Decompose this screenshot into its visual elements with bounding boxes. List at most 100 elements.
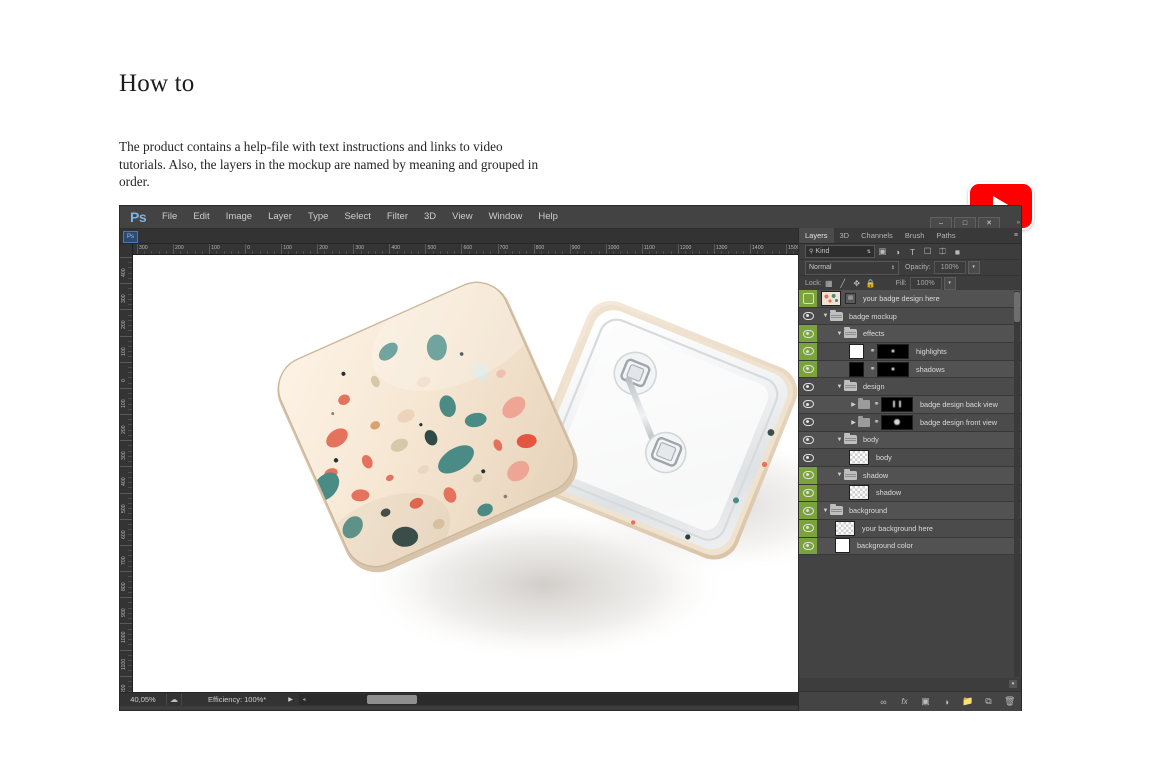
layer-thumbnail[interactable] <box>821 290 841 306</box>
layer-row[interactable]: ▼ shadow <box>799 466 1021 485</box>
layer-row[interactable]: ⚭ highlights <box>799 343 1021 361</box>
layer-name[interactable]: shadow <box>876 488 901 497</box>
new-layer-icon[interactable]: ⧉ <box>983 696 994 707</box>
layer-row[interactable]: ⚭ shadows <box>799 360 1021 379</box>
menu-file[interactable]: File <box>154 206 185 228</box>
chevron-updown-icon[interactable]: ⇅ <box>867 249 871 255</box>
lock-image-pixels-icon[interactable]: ╱ <box>836 279 850 288</box>
menu-edit[interactable]: Edit <box>185 206 217 228</box>
layer-visibility-eye-icon[interactable] <box>799 325 817 343</box>
lock-all-icon[interactable]: 🔒 <box>864 279 878 288</box>
layer-row[interactable]: shadow <box>799 484 1021 503</box>
layer-name[interactable]: your background here <box>862 524 933 533</box>
footer-collapse-icon[interactable]: ▾ <box>1009 680 1017 688</box>
layer-visibility-eye-icon[interactable] <box>799 360 817 378</box>
opacity-value[interactable]: 100% <box>933 261 966 274</box>
chevron-right-icon[interactable]: ▶ <box>849 401 858 408</box>
layer-visibility-eye-icon[interactable] <box>799 343 817 360</box>
layer-visibility-eye-icon[interactable] <box>799 432 817 449</box>
layer-visibility-eye-icon[interactable] <box>799 466 817 484</box>
document-info-icon[interactable]: ☁ <box>167 695 181 704</box>
chevron-down-icon[interactable]: ▼ <box>835 384 844 390</box>
layer-name[interactable]: highlights <box>916 347 947 356</box>
layer-row[interactable]: ▶ ⚭ badge design back view <box>799 396 1021 414</box>
add-layer-mask-icon[interactable]: ▣ <box>920 696 931 707</box>
layer-mask-thumbnail[interactable] <box>877 343 909 359</box>
layer-thumbnail[interactable] <box>849 343 864 359</box>
layer-row[interactable]: background color <box>799 537 1021 556</box>
layer-row[interactable]: ▶ ⚭ badge design front view <box>799 413 1021 432</box>
tab-layers[interactable]: Layers <box>799 228 834 243</box>
fill-stepper[interactable]: ▾ <box>943 277 956 290</box>
layer-visibility-eye-icon[interactable] <box>799 308 817 325</box>
chevron-down-icon[interactable]: ▼ <box>835 437 844 443</box>
layer-visibility-eye-icon[interactable] <box>799 414 817 431</box>
blend-mode-select[interactable]: Normal ⇕ <box>805 260 899 275</box>
layer-name[interactable]: shadows <box>916 365 945 374</box>
lock-transparent-pixels-icon[interactable]: ▦ <box>822 279 836 288</box>
layer-visibility-eye-icon[interactable] <box>799 378 817 395</box>
link-layers-icon[interactable]: ∞ <box>878 697 889 707</box>
menu-type[interactable]: Type <box>300 206 337 228</box>
menu-layer[interactable]: Layer <box>260 206 300 228</box>
opacity-stepper[interactable]: ▾ <box>967 261 980 274</box>
menu-select[interactable]: Select <box>336 206 378 228</box>
layer-mask-thumbnail[interactable] <box>881 414 913 430</box>
layer-thumbnail[interactable] <box>849 450 869 466</box>
new-group-icon[interactable]: 📁 <box>962 696 973 707</box>
layer-name[interactable]: badge design back view <box>920 400 998 409</box>
layer-thumbnail[interactable] <box>835 520 855 536</box>
layer-visibility-eye-icon[interactable] <box>799 449 817 466</box>
tab-3d[interactable]: 3D <box>834 228 856 243</box>
layer-row[interactable]: ▤ your badge design here <box>799 290 1021 308</box>
layer-filter-kind-select[interactable]: ⚲ Kind ⇅ <box>805 245 875 258</box>
chevron-updown-icon-2[interactable]: ⇕ <box>891 265 895 271</box>
layer-thumbnail[interactable] <box>849 361 864 377</box>
layer-mask-thumbnail[interactable] <box>877 361 909 377</box>
mask-link-icon[interactable]: ⚭ <box>872 418 881 426</box>
layer-row[interactable]: body <box>799 449 1021 467</box>
layer-mask-thumbnail[interactable] <box>881 396 913 412</box>
layer-name[interactable]: body <box>876 453 892 462</box>
smart-object-filter-icon[interactable]: ⎅ <box>935 246 950 257</box>
layer-select-square-icon[interactable] <box>799 290 817 307</box>
layer-name[interactable]: badge design front view <box>920 418 997 427</box>
layer-thumbnail[interactable] <box>849 485 869 501</box>
layer-name[interactable]: design <box>863 382 885 391</box>
dock-collapse-icon[interactable]: » <box>1017 220 1021 226</box>
layer-name[interactable]: badge mockup <box>849 312 897 321</box>
mask-link-icon[interactable]: ⚭ <box>872 400 881 408</box>
layer-name[interactable]: your badge design here <box>863 294 940 303</box>
new-adjustment-layer-icon[interactable]: ◑ <box>941 697 952 707</box>
tab-channels[interactable]: Channels <box>855 228 899 243</box>
type-layer-filter-icon[interactable]: T <box>905 247 920 257</box>
layer-row[interactable]: ▼ badge mockup <box>799 307 1021 326</box>
scroll-left-arrow[interactable]: ◂ <box>299 696 309 703</box>
chevron-down-icon[interactable]: ▼ <box>835 472 844 478</box>
layer-row[interactable]: ▼ effects <box>799 325 1021 344</box>
layer-name[interactable]: background color <box>857 541 913 550</box>
chevron-down-icon[interactable]: ▼ <box>821 508 830 514</box>
lock-position-icon[interactable]: ✥ <box>850 279 864 288</box>
mask-link-icon[interactable]: ⚭ <box>868 365 877 373</box>
adjustment-layer-filter-icon[interactable]: ◑ <box>890 247 905 257</box>
fill-value[interactable]: 100% <box>909 277 942 290</box>
layer-visibility-eye-icon[interactable] <box>799 396 817 413</box>
layer-visibility-eye-icon[interactable] <box>799 519 817 537</box>
layer-name[interactable]: body <box>863 435 879 444</box>
menu-image[interactable]: Image <box>218 206 260 228</box>
shape-layer-filter-icon[interactable]: ☐ <box>920 246 935 257</box>
horizontal-scroll-thumb[interactable] <box>366 695 417 704</box>
layer-row[interactable]: ▼ background <box>799 502 1021 520</box>
layer-row[interactable]: ▼ body <box>799 431 1021 450</box>
layer-thumbnail[interactable] <box>835 538 850 554</box>
layers-scroll-thumb[interactable] <box>1014 292 1020 322</box>
menu-3d[interactable]: 3D <box>416 206 444 228</box>
layer-visibility-eye-icon[interactable] <box>799 537 817 555</box>
chevron-right-icon[interactable]: ▶ <box>849 419 858 426</box>
menu-help[interactable]: Help <box>530 206 566 228</box>
layer-visibility-eye-icon[interactable] <box>799 484 817 502</box>
menu-filter[interactable]: Filter <box>379 206 416 228</box>
layer-style-fx-icon[interactable]: fx <box>899 697 910 706</box>
chevron-down-icon[interactable]: ▼ <box>821 313 830 319</box>
